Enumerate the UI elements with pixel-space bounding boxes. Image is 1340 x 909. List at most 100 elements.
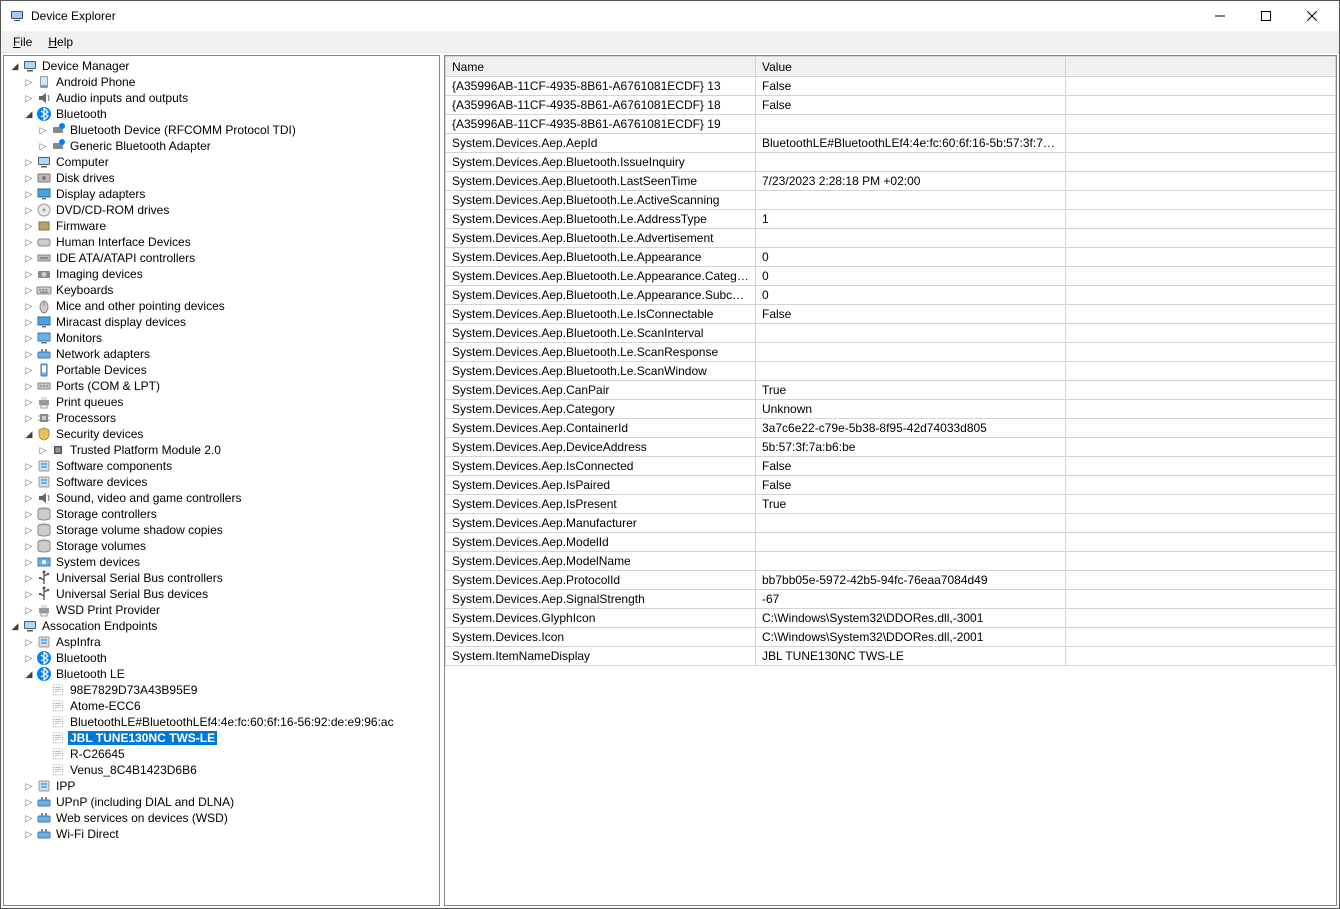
tree-node[interactable]: ▷Monitors	[4, 330, 439, 346]
table-row[interactable]: System.Devices.Aep.CategoryUnknown	[446, 400, 1336, 419]
table-row[interactable]: System.Devices.Aep.DeviceAddress5b:57:3f…	[446, 438, 1336, 457]
tree-node[interactable]: ▷Storage volume shadow copies	[4, 522, 439, 538]
table-row[interactable]: System.Devices.Aep.Bluetooth.Le.Advertis…	[446, 229, 1336, 248]
expander-open-icon[interactable]: ◢	[22, 107, 36, 121]
table-row[interactable]: System.Devices.Aep.IsPairedFalse	[446, 476, 1336, 495]
expander-closed-icon[interactable]: ▷	[22, 219, 36, 233]
tree-node[interactable]: ▷IPP	[4, 778, 439, 794]
table-row[interactable]: System.Devices.Aep.Bluetooth.Le.IsConnec…	[446, 305, 1336, 324]
expander-closed-icon[interactable]: ▷	[22, 491, 36, 505]
tree-node[interactable]: ▷Processors	[4, 410, 439, 426]
table-row[interactable]: {A35996AB-11CF-4935-8B61-A6761081ECDF} 1…	[446, 115, 1336, 134]
tree-node[interactable]: ▷Web services on devices (WSD)	[4, 810, 439, 826]
table-row[interactable]: System.Devices.Aep.ContainerId3a7c6e22-c…	[446, 419, 1336, 438]
tree-node[interactable]: ▷Portable Devices	[4, 362, 439, 378]
table-row[interactable]: {A35996AB-11CF-4935-8B61-A6761081ECDF} 1…	[446, 96, 1336, 115]
table-row[interactable]: System.Devices.Aep.Bluetooth.Le.Appearan…	[446, 286, 1336, 305]
expander-closed-icon[interactable]: ▷	[22, 171, 36, 185]
expander-closed-icon[interactable]: ▷	[22, 635, 36, 649]
tree-node[interactable]: ▷Audio inputs and outputs	[4, 90, 439, 106]
table-row[interactable]: System.Devices.Aep.Bluetooth.Le.Appearan…	[446, 248, 1336, 267]
expander-closed-icon[interactable]: ▷	[22, 203, 36, 217]
tree-node[interactable]: ▷Wi-Fi Direct	[4, 826, 439, 842]
tree-node[interactable]: ▷Generic Bluetooth Adapter	[4, 138, 439, 154]
expander-closed-icon[interactable]: ▷	[22, 91, 36, 105]
expander-closed-icon[interactable]: ▷	[22, 363, 36, 377]
expander-closed-icon[interactable]: ▷	[22, 411, 36, 425]
tree-node[interactable]: ▷Software devices	[4, 474, 439, 490]
table-row[interactable]: System.Devices.Aep.IsPresentTrue	[446, 495, 1336, 514]
tree-node[interactable]: ▷Imaging devices	[4, 266, 439, 282]
tree-node[interactable]: JBL TUNE130NC TWS-LE	[4, 730, 439, 746]
table-row[interactable]: System.Devices.Aep.CanPairTrue	[446, 381, 1336, 400]
expander-closed-icon[interactable]: ▷	[22, 507, 36, 521]
tree-node[interactable]: ▷Human Interface Devices	[4, 234, 439, 250]
tree-node[interactable]: ▷Network adapters	[4, 346, 439, 362]
tree-node[interactable]: ▷Sound, video and game controllers	[4, 490, 439, 506]
tree-node[interactable]: ◢Device Manager	[4, 58, 439, 74]
expander-closed-icon[interactable]: ▷	[22, 523, 36, 537]
expander-closed-icon[interactable]: ▷	[22, 459, 36, 473]
table-row[interactable]: System.Devices.GlyphIconC:\Windows\Syste…	[446, 609, 1336, 628]
expander-closed-icon[interactable]: ▷	[22, 603, 36, 617]
expander-closed-icon[interactable]: ▷	[22, 827, 36, 841]
table-row[interactable]: System.Devices.Aep.ProtocolIdbb7bb05e-59…	[446, 571, 1336, 590]
table-row[interactable]: System.Devices.Aep.Bluetooth.Le.AddressT…	[446, 210, 1336, 229]
expander-closed-icon[interactable]: ▷	[22, 299, 36, 313]
expander-closed-icon[interactable]: ▷	[22, 539, 36, 553]
expander-closed-icon[interactable]: ▷	[22, 587, 36, 601]
tree-node[interactable]: ▷System devices	[4, 554, 439, 570]
expander-closed-icon[interactable]: ▷	[22, 283, 36, 297]
expander-closed-icon[interactable]: ▷	[36, 123, 50, 137]
column-name[interactable]: Name	[446, 57, 756, 77]
table-row[interactable]: System.Devices.Aep.Bluetooth.Le.ScanWind…	[446, 362, 1336, 381]
expander-closed-icon[interactable]: ▷	[36, 443, 50, 457]
expander-open-icon[interactable]: ◢	[8, 59, 22, 73]
table-row[interactable]: System.Devices.Aep.ModelName	[446, 552, 1336, 571]
tree-node[interactable]: ▷Bluetooth	[4, 650, 439, 666]
table-row[interactable]: System.Devices.Aep.Bluetooth.Le.ScanInte…	[446, 324, 1336, 343]
table-row[interactable]: System.Devices.Aep.AepIdBluetoothLE#Blue…	[446, 134, 1336, 153]
expander-open-icon[interactable]: ◢	[8, 619, 22, 633]
expander-closed-icon[interactable]: ▷	[22, 187, 36, 201]
tree-node[interactable]: BluetoothLE#BluetoothLEf4:4e:fc:60:6f:16…	[4, 714, 439, 730]
properties-pane[interactable]: Name Value {A35996AB-11CF-4935-8B61-A676…	[444, 55, 1337, 906]
expander-closed-icon[interactable]: ▷	[22, 347, 36, 361]
tree-node[interactable]: R-C26645	[4, 746, 439, 762]
tree-node[interactable]: ▷Miracast display devices	[4, 314, 439, 330]
tree-node[interactable]: ▷UPnP (including DIAL and DLNA)	[4, 794, 439, 810]
tree-node[interactable]: Venus_8C4B1423D6B6	[4, 762, 439, 778]
titlebar[interactable]: Device Explorer	[1, 1, 1339, 31]
expander-closed-icon[interactable]: ▷	[22, 811, 36, 825]
tree-node[interactable]: ▷Display adapters	[4, 186, 439, 202]
tree-node[interactable]: ▷Trusted Platform Module 2.0	[4, 442, 439, 458]
close-button[interactable]	[1289, 1, 1335, 31]
expander-closed-icon[interactable]: ▷	[22, 779, 36, 793]
minimize-button[interactable]	[1197, 1, 1243, 31]
expander-closed-icon[interactable]: ▷	[22, 651, 36, 665]
table-row[interactable]: System.Devices.IconC:\Windows\System32\D…	[446, 628, 1336, 647]
tree-node[interactable]: ◢Security devices	[4, 426, 439, 442]
tree-node[interactable]: 98E7829D73A43B95E9	[4, 682, 439, 698]
table-row[interactable]: System.Devices.Aep.Bluetooth.LastSeenTim…	[446, 172, 1336, 191]
tree-node[interactable]: ▷Software components	[4, 458, 439, 474]
tree-node[interactable]: ▷Keyboards	[4, 282, 439, 298]
expander-closed-icon[interactable]: ▷	[22, 555, 36, 569]
tree-node[interactable]: ▷Storage controllers	[4, 506, 439, 522]
tree-node[interactable]: ◢Bluetooth LE	[4, 666, 439, 682]
expander-closed-icon[interactable]: ▷	[22, 251, 36, 265]
column-extra[interactable]	[1066, 57, 1336, 77]
expander-closed-icon[interactable]: ▷	[22, 155, 36, 169]
expander-closed-icon[interactable]: ▷	[22, 267, 36, 281]
tree-node[interactable]: Atome-ECC6	[4, 698, 439, 714]
tree-node[interactable]: ▷Universal Serial Bus controllers	[4, 570, 439, 586]
tree-node[interactable]: ▷Disk drives	[4, 170, 439, 186]
expander-open-icon[interactable]: ◢	[22, 667, 36, 681]
table-row[interactable]: System.Devices.Aep.ModelId	[446, 533, 1336, 552]
expander-closed-icon[interactable]: ▷	[22, 315, 36, 329]
tree-node[interactable]: ▷Print queues	[4, 394, 439, 410]
tree-node[interactable]: ▷Bluetooth Device (RFCOMM Protocol TDI)	[4, 122, 439, 138]
tree-node[interactable]: ▷WSD Print Provider	[4, 602, 439, 618]
column-value[interactable]: Value	[756, 57, 1066, 77]
table-row[interactable]: System.Devices.Aep.Bluetooth.Le.ActiveSc…	[446, 191, 1336, 210]
